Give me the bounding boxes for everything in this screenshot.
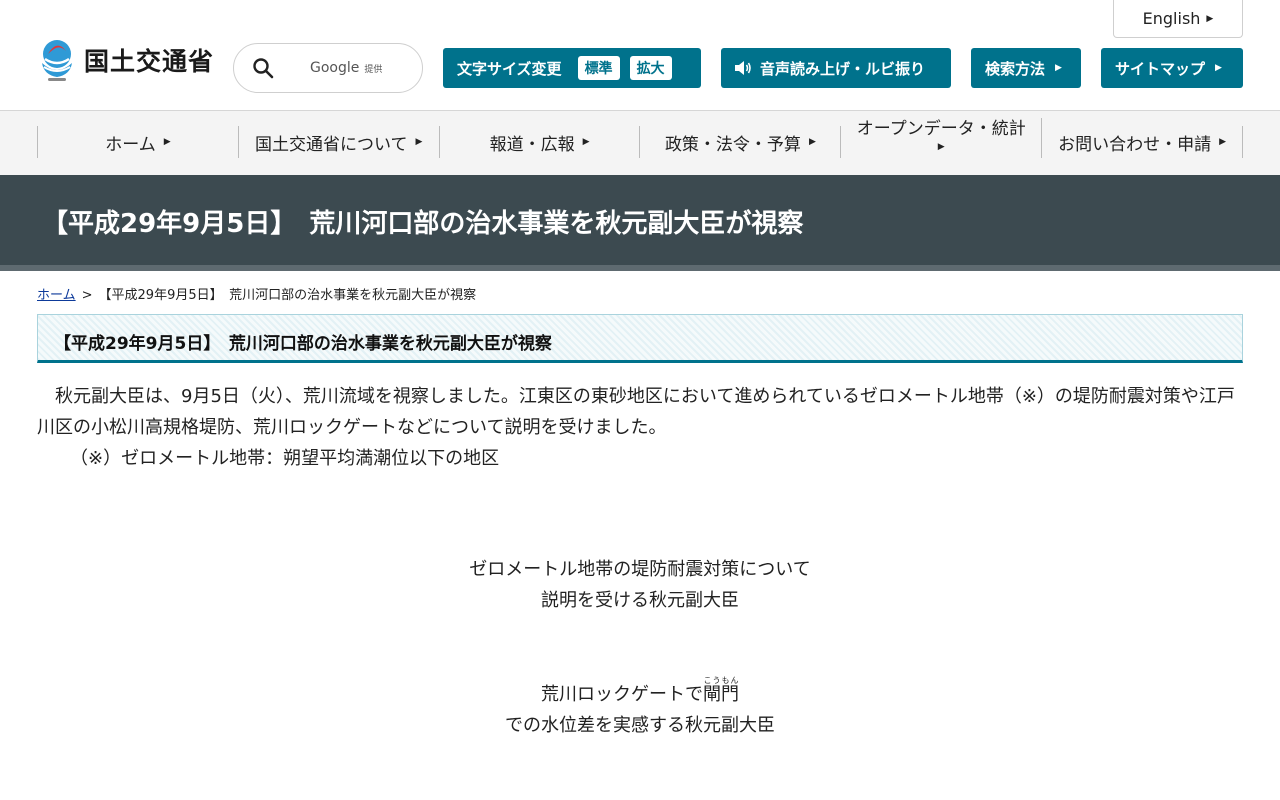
article-note: （※）ゼロメートル地帯：朔望平均満潮位以下の地区 [70,448,500,469]
nav-item-policy[interactable]: 政策・法令・予算 ▶ [640,126,842,158]
font-size-label: 文字サイズ変更 [457,59,562,78]
caption-line: 荒川ロックゲートで閘門こうもん [0,676,1280,710]
article-heading-box: 【平成29年9月5日】 荒川河口部の治水事業を秋元副大臣が視察 [37,314,1243,363]
site-header: English ▶ 国土交通省 Google 提供 文字サイズ変更 標準 拡大 [0,0,1280,111]
site-search[interactable]: Google 提供 [233,43,423,93]
breadcrumb-current: 【平成29年9月5日】 荒川河口部の治水事業を秋元副大臣が視察 [98,288,477,303]
arrow-right-icon: ▶ [937,142,945,152]
breadcrumb-separator: > [81,288,93,303]
nav-item-label: お問い合わせ・申請 [1058,134,1212,155]
search-icon [253,58,274,79]
speaker-icon [735,61,751,75]
english-link[interactable]: English ▶ [1113,0,1243,38]
breadcrumb-home-link[interactable]: ホーム [37,288,76,303]
voice-ruby-button[interactable]: 音声読み上げ・ルビ振り [721,48,951,88]
nav-item-label: 政策・法令・予算 [664,134,801,155]
arrow-right-icon: ▶ [415,137,423,147]
nav-item-label: 国土交通省について [255,134,408,155]
sitemap-button[interactable]: サイトマップ ▶ [1101,48,1243,88]
breadcrumb: ホーム > 【平成29年9月5日】 荒川河口部の治水事業を秋元副大臣が視察 [37,284,476,303]
caption-line: 説明を受ける秋元副大臣 [541,590,739,611]
nav-item-about[interactable]: 国土交通省について ▶ [239,126,440,158]
voice-ruby-label: 音声読み上げ・ルビ振り [760,59,926,78]
article-body: 秋元副大臣は、9月5日（火）、荒川流域を視察しました。江東区の東砂地区において進… [37,386,1235,438]
font-size-standard-button[interactable]: 標準 [577,56,620,80]
global-nav: ホーム ▶ 国土交通省について ▶ 報道・広報 ▶ 政策・法令・予算 ▶ オープ… [0,111,1280,175]
mlit-emblem-icon [42,40,72,81]
nav-item-home[interactable]: ホーム ▶ [38,126,239,158]
ruby-reading: こうもん [703,676,739,685]
font-size-large-button[interactable]: 拡大 [629,56,672,80]
page-title: 【平成29年9月5日】 荒川河口部の治水事業を秋元副大臣が視察 [42,209,804,239]
caption-line: ゼロメートル地帯の堤防耐震対策について [469,559,811,580]
arrow-right-icon: ▶ [1206,13,1214,24]
logo-text: 国土交通省 [84,47,215,76]
arrow-right-icon: ▶ [1215,63,1222,73]
font-size-control: 文字サイズ変更 標準 拡大 [443,48,701,88]
nav-item-label: 報道・広報 [489,134,575,155]
nav-item-contact[interactable]: お問い合わせ・申請 ▶ [1042,126,1243,158]
search-method-label: 検索方法 [985,59,1046,78]
caption-text: 荒川ロックゲートで [541,684,703,705]
article-heading: 【平成29年9月5日】 荒川河口部の治水事業を秋元副大臣が視察 [54,334,552,354]
ruby-base: 閘門 [703,684,739,705]
arrow-right-icon: ▶ [582,137,590,147]
photo-caption-2: 荒川ロックゲートで閘門こうもん での水位差を実感する秋元副大臣 [0,676,1280,741]
provided-label: 提供 [364,64,383,75]
photo-caption-1: ゼロメートル地帯の堤防耐震対策について 説明を受ける秋元副大臣 [0,554,1280,616]
english-label: English [1142,9,1201,28]
arrow-right-icon: ▶ [808,137,816,147]
sitemap-label: サイトマップ [1115,59,1206,78]
mlit-logo[interactable]: 国土交通省 [36,37,214,83]
nav-item-label: オープンデータ・統計 [856,119,1026,139]
arrow-right-icon: ▶ [163,137,171,147]
google-label: Google [310,60,360,76]
nav-item-open-data[interactable]: オープンデータ・統計 ▶ [841,118,1043,158]
title-band-divider [0,265,1280,271]
search-method-button[interactable]: 検索方法 ▶ [971,48,1081,88]
caption-line: での水位差を実感する秋元副大臣 [505,715,775,736]
arrow-right-icon: ▶ [1219,137,1227,147]
nav-item-press[interactable]: 報道・広報 ▶ [440,126,641,158]
arrow-right-icon: ▶ [1055,63,1062,73]
ruby-word: 閘門こうもん [703,676,739,705]
nav-item-label: ホーム [105,134,156,155]
